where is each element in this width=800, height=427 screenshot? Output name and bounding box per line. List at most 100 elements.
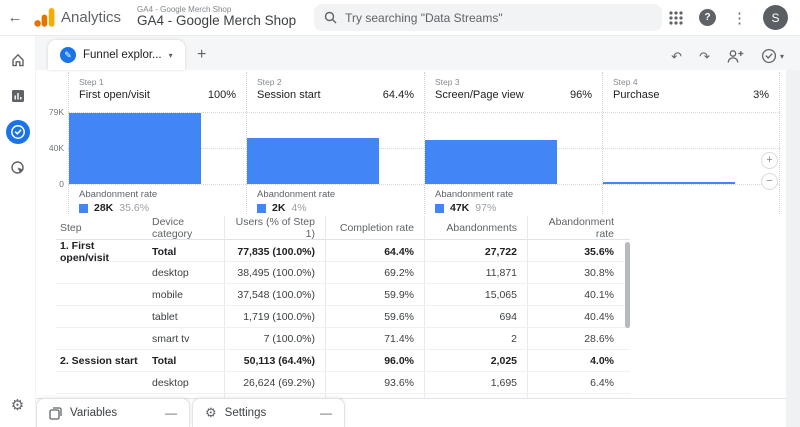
kebab-menu-icon[interactable]: ⋮ [732, 9, 747, 27]
table-cell-abandonments: 2 [424, 328, 527, 349]
analytics-logo-icon[interactable] [34, 8, 55, 27]
funnel-chart: 79K 40K 0 Step 1 First open/visit100% Abando… [36, 72, 786, 214]
step-name-row: First open/visit100% [79, 89, 236, 101]
table-cell-abandonments: 2,025 [424, 350, 527, 371]
table-cell-abandonments: 11,871 [424, 262, 527, 283]
table-cell-completion: 69.2% [325, 262, 424, 283]
step-number-label: Step 4 [613, 77, 769, 87]
table-cell-rate: 35.6% [527, 240, 624, 264]
abandonment-rate-value: 35.6% [119, 202, 149, 214]
settings-label: Settings [225, 407, 267, 419]
variables-icon [49, 407, 62, 420]
step-percentage: 3% [753, 89, 769, 101]
canvas-actions: ↶ ↷ ▾ [671, 48, 800, 70]
y-axis-tick: 79K [36, 107, 64, 117]
undo-icon[interactable]: ↶ [671, 50, 682, 63]
zoom-controls: + − [761, 152, 778, 190]
funnel-bar[interactable] [69, 113, 201, 184]
abandonment-count: 28K [94, 202, 113, 214]
table-cell-completion: 96.0% [325, 350, 424, 371]
table-cell-rate: 40.1% [527, 284, 624, 305]
back-button[interactable]: ← [0, 9, 30, 26]
table-cell-users: 1,719 (100.0%) [224, 306, 325, 327]
funnel-bar[interactable] [425, 140, 557, 184]
search-input[interactable] [345, 11, 652, 25]
abandonment-legend: Abandonment rate47K97% [425, 186, 602, 217]
y-axis-tick: 40K [36, 143, 64, 153]
new-tab-button[interactable]: + [185, 40, 219, 70]
table-cell-users: 37,548 (100.0%) [224, 284, 325, 305]
table-cell-users: 38,495 (100.0%) [224, 262, 325, 283]
abandonment-rate-value: 97% [475, 202, 496, 214]
table-cell-completion: 59.6% [325, 306, 424, 327]
table-cell-rate: 28.6% [527, 328, 624, 349]
table-cell-step: 2. Session start [56, 355, 146, 367]
step-number-label: Step 2 [257, 77, 414, 87]
table-cell-completion: 71.4% [325, 328, 424, 349]
admin-gear-icon[interactable]: ⚙ [6, 393, 30, 417]
tab-strip: ✎ Funnel explor... ▾ + ↶ ↷ ▾ [36, 36, 800, 70]
funnel-step-header: Step 2 Session start64.4% [247, 72, 424, 101]
y-axis-tick: 0 [36, 179, 64, 189]
table-cell-rate: 4.0% [527, 350, 624, 371]
explore-icon[interactable] [6, 120, 30, 144]
status-check-dropdown[interactable]: ▾ [761, 48, 784, 64]
settings-gear-icon: ⚙ [205, 405, 217, 421]
column-header: Completion rate [325, 216, 424, 240]
table-cell-device: desktop [146, 377, 224, 389]
variables-panel[interactable]: Variables — [36, 398, 190, 427]
avatar[interactable]: S [763, 5, 788, 30]
chevron-down-icon[interactable]: ▾ [169, 51, 173, 60]
table-row: tablet1,719 (100.0%)59.6%69440.4% [56, 306, 630, 328]
help-icon[interactable]: ? [699, 9, 716, 26]
funnel-bar[interactable] [247, 138, 379, 184]
search-bar[interactable] [314, 4, 662, 31]
table-cell-users: 77,835 (100.0%) [224, 240, 325, 264]
pencil-icon: ✎ [60, 47, 76, 63]
table-row: desktop26,624 (69.2%)93.6%1,6956.4% [56, 372, 630, 394]
funnel-step-column: Step 3 Screen/Page view96% Abandonment rat… [424, 72, 602, 214]
zoom-out-button[interactable]: − [761, 173, 778, 190]
funnel-bar[interactable] [603, 182, 735, 184]
step-name-row: Screen/Page view96% [435, 89, 592, 101]
table-cell-abandonments: 694 [424, 306, 527, 327]
table-cell-device: tablet [146, 311, 224, 323]
redo-icon[interactable]: ↷ [699, 50, 710, 63]
abandonment-count: 2K [272, 202, 285, 214]
step-percentage: 96% [570, 89, 592, 101]
table-body: 1. First open/visitTotal77,835 (100.0%)6… [56, 240, 630, 416]
ga4-explore-window: ← Analytics GA4 - Google Merch Shop GA4 … [0, 0, 800, 427]
funnel-step-header: Step 3 Screen/Page view96% [425, 72, 602, 101]
table-cell-device: smart tv [146, 333, 224, 345]
step-name-row: Session start64.4% [257, 89, 414, 101]
zoom-in-button[interactable]: + [761, 152, 778, 169]
home-icon[interactable] [6, 48, 30, 72]
table-cell-step: 1. First open/visit [56, 240, 146, 264]
step-number-label: Step 3 [435, 77, 592, 87]
collapse-settings-button[interactable]: — [320, 406, 332, 420]
step-name: Purchase [613, 89, 659, 101]
tab-funnel-exploration[interactable]: ✎ Funnel explor... ▾ [48, 40, 185, 70]
abandonment-rate-label: Abandonment rate [257, 189, 414, 200]
table-cell-abandonments: 27,722 [424, 240, 527, 264]
step-name-row: Purchase 3% [613, 89, 769, 101]
step-number-label: Step 1 [79, 77, 236, 87]
table-scrollbar[interactable] [625, 242, 630, 328]
apps-grid-icon[interactable] [669, 11, 683, 25]
advertising-icon[interactable] [6, 156, 30, 180]
canvas-right-gutter [786, 70, 800, 427]
settings-panel[interactable]: ⚙ Settings — [192, 398, 345, 427]
table-header-row: StepDevice categoryUsers (% of Step 1)Co… [56, 216, 630, 240]
header-actions: ? ⋮ S [669, 5, 800, 30]
abandonment-legend: Abandonment rate28K35.6% [69, 186, 246, 217]
funnel-step-column: Step 1First open/visit100%Abandonment ra… [68, 72, 246, 214]
property-selector[interactable]: GA4 - Google Merch Shop GA4 - Google Mer… [137, 6, 296, 30]
step-name: Session start [257, 89, 321, 101]
share-user-icon[interactable] [727, 49, 744, 64]
collapse-variables-button[interactable]: — [165, 406, 177, 420]
reports-icon[interactable] [6, 84, 30, 108]
bottom-bar: Variables — ⚙ Settings — [36, 398, 786, 427]
top-header: ← Analytics GA4 - Google Merch Shop GA4 … [0, 0, 800, 36]
legend-swatch-icon [257, 204, 266, 213]
table-cell-rate: 40.4% [527, 306, 624, 327]
